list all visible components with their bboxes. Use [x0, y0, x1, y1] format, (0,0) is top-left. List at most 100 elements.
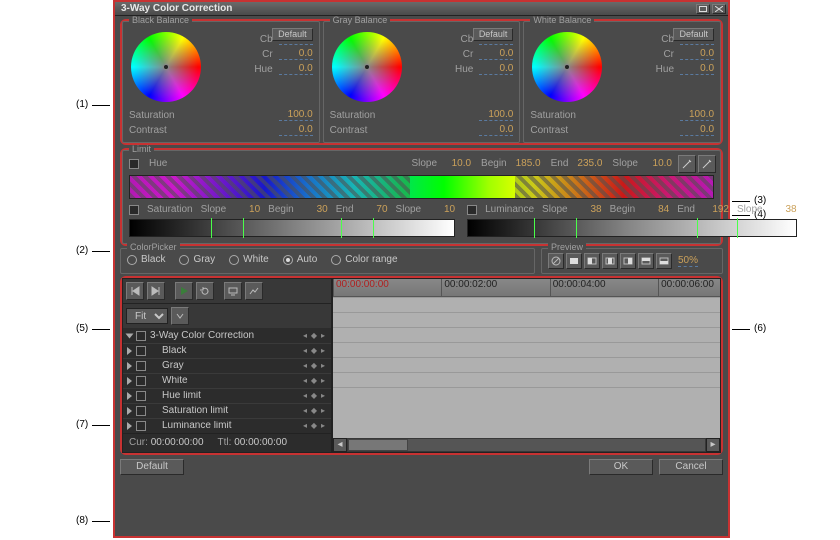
parameter-tree[interactable]: 3-Way Color Correction◂◆▸Black◂◆▸Gray◂◆▸…	[123, 328, 331, 433]
disclosure-triangle-icon[interactable]	[127, 362, 132, 370]
timeline-lane[interactable]	[333, 372, 720, 387]
tree-label: White	[150, 376, 297, 386]
color-wheel[interactable]	[332, 32, 402, 102]
ruler-tick: 00:00:04:00	[550, 279, 608, 296]
colorpicker-radio-black[interactable]: Black	[127, 255, 165, 265]
keyframe-nav[interactable]: ◂◆▸	[301, 347, 327, 355]
ruler-tick: 00:00:06:00	[658, 279, 716, 296]
preview-split-top-icon[interactable]	[638, 253, 654, 269]
keyframe-nav[interactable]: ◂◆▸	[301, 362, 327, 370]
tree-label: Saturation limit	[150, 406, 297, 416]
colorpicker-radio-auto[interactable]: Auto	[283, 255, 318, 265]
luminance-checkbox[interactable]	[467, 205, 477, 215]
disclosure-triangle-icon[interactable]	[126, 333, 134, 338]
balance-panels: Black Balance Default Cb0.0 Cr0.0 Hue0.0…	[120, 19, 723, 145]
preview-split-left-icon[interactable]	[584, 253, 600, 269]
goto-start-icon[interactable]	[126, 282, 144, 300]
keyframe-nav[interactable]: ◂◆▸	[301, 332, 327, 340]
timeline-lane[interactable]	[333, 342, 720, 357]
loop-icon[interactable]	[196, 282, 214, 300]
enable-checkbox[interactable]	[136, 376, 146, 386]
tree-row[interactable]: Luminance limit ◂◆▸	[123, 418, 331, 433]
saturation-checkbox[interactable]	[129, 205, 139, 215]
disclosure-triangle-icon[interactable]	[127, 347, 132, 355]
maximize-icon[interactable]	[696, 4, 710, 14]
monitor-icon[interactable]	[224, 282, 242, 300]
panel-title: Limit	[129, 145, 154, 154]
saturation-gradient[interactable]	[129, 219, 455, 237]
limit-panel-outline: Limit Hue Slope10.0 Begin185.0 End235.0 …	[120, 148, 723, 246]
colorpicker-radio-gray[interactable]: Gray	[179, 255, 215, 265]
ok-button[interactable]: OK	[589, 459, 653, 475]
enable-checkbox[interactable]	[136, 331, 146, 341]
timeline-ruler[interactable]: 00:00:00:0000:00:02:0000:00:04:0000:00:0…	[333, 279, 720, 297]
preview-split-right-icon[interactable]	[620, 253, 636, 269]
disclosure-triangle-icon[interactable]	[127, 407, 132, 415]
luminance-gradient[interactable]	[467, 219, 796, 237]
eyedropper-icon[interactable]	[698, 155, 716, 173]
tree-row[interactable]: Black◂◆▸	[123, 343, 331, 358]
tree-row[interactable]: Hue limit◂◆▸	[123, 388, 331, 403]
timeline-canvas[interactable]: 00:00:00:0000:00:02:0000:00:04:0000:00:0…	[332, 278, 721, 453]
colorpicker-radio-color-range[interactable]: Color range	[331, 255, 397, 265]
hue-checkbox[interactable]	[129, 159, 139, 169]
enable-checkbox[interactable]	[136, 421, 146, 431]
annotation-2: (2)	[76, 246, 110, 256]
keyframe-nav[interactable]: ◂◆▸	[301, 407, 327, 415]
colorpicker-panel: ColorPicker BlackGrayWhiteAutoColor rang…	[120, 248, 535, 274]
enable-checkbox[interactable]	[136, 406, 146, 416]
keyframe-nav[interactable]: ◂◆▸	[301, 422, 327, 430]
fit-select[interactable]: Fit	[126, 308, 168, 324]
preview-disable-icon[interactable]	[548, 253, 564, 269]
tree-row[interactable]: Saturation limit ◂◆▸	[123, 403, 331, 418]
timeline-lane[interactable]	[333, 312, 720, 327]
timeline-lane[interactable]	[333, 297, 720, 312]
cancel-button[interactable]: Cancel	[659, 459, 723, 475]
hue-gradient[interactable]	[129, 175, 714, 199]
play-icon[interactable]	[175, 282, 193, 300]
annotation-7: (7)	[76, 420, 110, 430]
timeline-lane[interactable]	[333, 387, 720, 402]
preview-percent[interactable]: 50%	[678, 256, 698, 267]
default-button[interactable]: Default	[272, 28, 313, 41]
disclosure-triangle-icon[interactable]	[127, 422, 132, 430]
default-button[interactable]: Default	[473, 28, 514, 41]
color-wheel[interactable]	[532, 32, 602, 102]
panel-title: Black Balance	[129, 16, 192, 25]
cr-value[interactable]: 0.0	[279, 49, 313, 60]
timeline-hscrollbar[interactable]: ◂ ▸	[333, 438, 720, 452]
colorpicker-radio-white[interactable]: White	[229, 255, 269, 265]
close-icon[interactable]	[712, 4, 726, 14]
tree-row[interactable]: White ◂◆▸	[123, 373, 331, 388]
scroll-left-icon[interactable]: ◂	[333, 438, 347, 452]
preview-split-center-icon[interactable]	[602, 253, 618, 269]
enable-checkbox[interactable]	[136, 346, 146, 356]
default-button[interactable]: Default	[120, 459, 184, 475]
disclosure-triangle-icon[interactable]	[127, 377, 132, 385]
graph-icon[interactable]	[245, 282, 263, 300]
enable-checkbox[interactable]	[136, 391, 146, 401]
radio-icon	[331, 255, 341, 265]
footer: Default OK Cancel	[120, 459, 723, 475]
hue-value[interactable]: 0.0	[279, 64, 313, 75]
enable-checkbox[interactable]	[136, 361, 146, 371]
goto-end-icon[interactable]	[147, 282, 165, 300]
timeline-lane[interactable]	[333, 327, 720, 342]
tree-row[interactable]: 3-Way Color Correction◂◆▸	[123, 328, 331, 343]
scroll-right-icon[interactable]: ▸	[706, 438, 720, 452]
disclosure-triangle-icon[interactable]	[127, 392, 132, 400]
titlebar[interactable]: 3-Way Color Correction	[115, 2, 728, 16]
default-button[interactable]: Default	[673, 28, 714, 41]
eyedropper-add-icon[interactable]	[678, 155, 696, 173]
keyframe-nav[interactable]: ◂◆▸	[301, 377, 327, 385]
keyframe-nav[interactable]: ◂◆▸	[301, 392, 327, 400]
preview-full-icon[interactable]	[566, 253, 582, 269]
timeline-lane[interactable]	[333, 357, 720, 372]
color-wheel[interactable]	[131, 32, 201, 102]
tree-label: Luminance limit	[150, 421, 297, 431]
preview-split-bottom-icon[interactable]	[656, 253, 672, 269]
ruler-tick: 00:00:00:00	[333, 279, 391, 296]
panel-title: White Balance	[530, 16, 594, 25]
chevron-down-icon[interactable]	[171, 307, 189, 325]
tree-row[interactable]: Gray◂◆▸	[123, 358, 331, 373]
